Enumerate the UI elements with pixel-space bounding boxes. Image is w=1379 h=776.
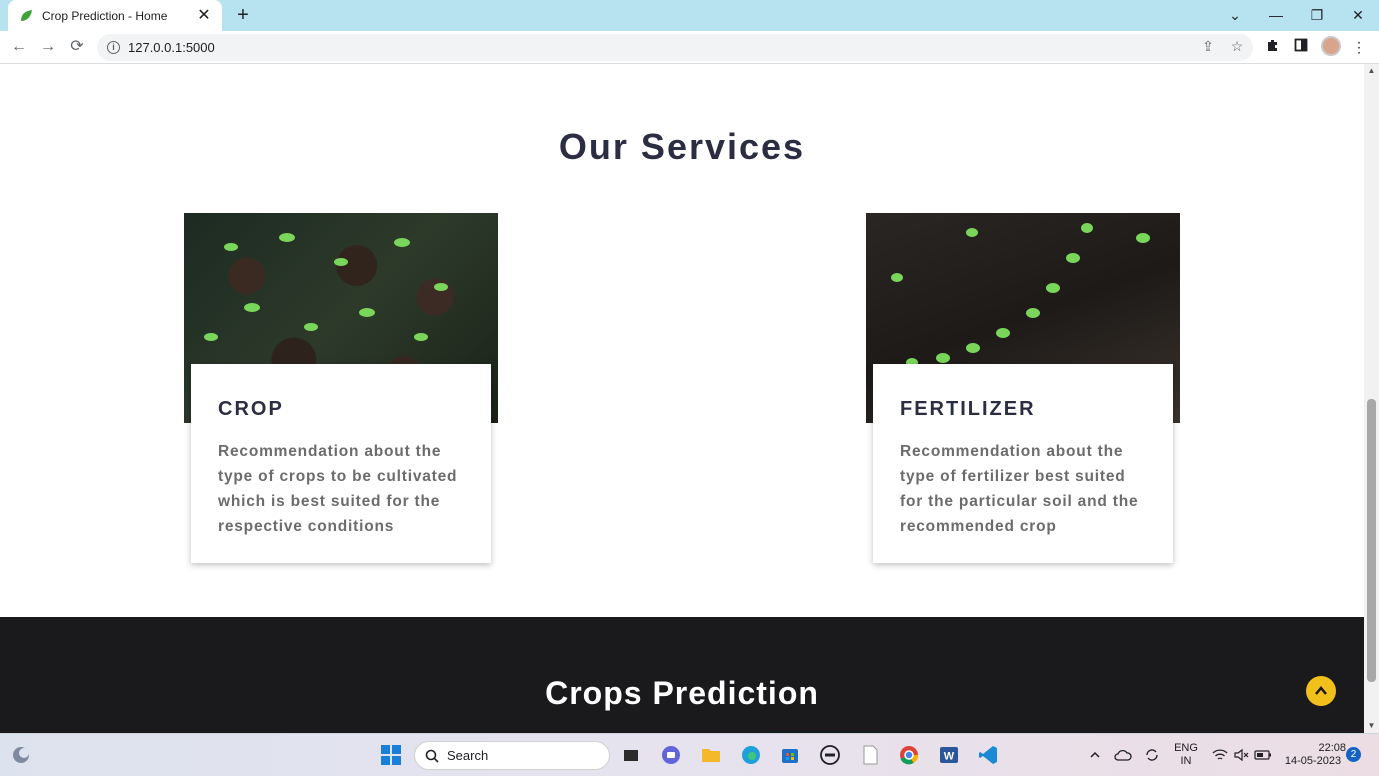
prediction-title: Crops Prediction	[545, 675, 819, 711]
task-view-icon[interactable]	[618, 742, 644, 768]
sync-icon[interactable]	[1139, 742, 1165, 768]
svg-text:W: W	[944, 751, 955, 763]
side-panel-icon[interactable]	[1290, 36, 1312, 58]
search-icon	[425, 749, 439, 763]
card-heading: FERTILIZER	[900, 398, 1036, 420]
windows-start-icon[interactable]	[378, 742, 404, 768]
forward-button[interactable]: →	[37, 36, 59, 58]
windows-taskbar: Search W ENG IN 22:08 14-05-2023 2	[0, 733, 1379, 776]
url-text: 127.0.0.1:5000	[128, 40, 215, 55]
page-content: Our Services CROP Recommendation about t…	[0, 64, 1364, 733]
clock[interactable]: 22:08 14-05-2023	[1280, 742, 1346, 768]
language-code: ENG	[1174, 742, 1198, 754]
card-description: Recommendation about the type of crops t…	[218, 443, 458, 535]
vscode-icon[interactable]	[975, 742, 1001, 768]
restore-button[interactable]: ❐	[1306, 4, 1328, 26]
tab-title: Crop Prediction - Home	[42, 8, 168, 23]
notepad-icon[interactable]	[857, 742, 883, 768]
reload-button[interactable]: ⟳	[66, 36, 88, 58]
browser-toolbar: ← → ⟳ i 127.0.0.1:5000 ⇪ ☆ ⋮	[0, 31, 1379, 64]
back-button[interactable]: ←	[8, 36, 30, 58]
search-label: Search	[447, 748, 489, 763]
chrome-icon[interactable]	[896, 742, 922, 768]
card-description: Recommendation about the type of fertili…	[900, 443, 1139, 535]
file-explorer-icon[interactable]	[698, 742, 724, 768]
info-icon[interactable]: i	[107, 41, 120, 54]
page-scrollbar[interactable]: ▲ ▼	[1364, 64, 1379, 733]
teams-chat-icon[interactable]	[658, 742, 684, 768]
extensions-icon[interactable]	[1262, 36, 1284, 58]
weather-widget-icon[interactable]	[8, 742, 34, 768]
onedrive-icon[interactable]	[1110, 742, 1136, 768]
leaf-icon	[18, 8, 34, 24]
microsoft-store-icon[interactable]	[777, 742, 803, 768]
language-indicator[interactable]: ENG IN	[1172, 742, 1200, 768]
dell-icon[interactable]	[817, 742, 843, 768]
scroll-down-arrow-icon[interactable]: ▼	[1364, 719, 1379, 733]
browser-tabstrip: Crop Prediction - Home ✕ + ⌄ — ❐ ✕	[0, 0, 1379, 31]
address-bar[interactable]: i 127.0.0.1:5000	[97, 34, 1253, 61]
new-tab-button[interactable]: +	[232, 4, 254, 26]
close-window-button[interactable]: ✕	[1347, 4, 1369, 26]
clock-time: 22:08	[1318, 742, 1346, 754]
notification-badge[interactable]: 2	[1346, 747, 1361, 762]
crop-service-card[interactable]: CROP Recommendation about the type of cr…	[191, 364, 491, 563]
services-title: Our Services	[558, 126, 806, 167]
show-hidden-icons-icon[interactable]	[1082, 742, 1108, 768]
back-to-top-button[interactable]	[1306, 676, 1336, 706]
card-heading: CROP	[218, 398, 284, 420]
taskbar-search[interactable]: Search	[414, 741, 610, 770]
edge-browser-icon[interactable]	[738, 742, 764, 768]
scroll-thumb[interactable]	[1367, 399, 1376, 682]
browser-tab[interactable]: Crop Prediction - Home ✕	[8, 0, 222, 31]
fertilizer-service-card[interactable]: FERTILIZER Recommendation about the type…	[873, 364, 1173, 563]
close-tab-icon[interactable]: ✕	[196, 7, 212, 24]
share-icon[interactable]: ⇪	[1198, 36, 1218, 56]
scroll-up-arrow-icon[interactable]: ▲	[1364, 64, 1379, 78]
clock-date: 14-05-2023	[1284, 755, 1342, 767]
prediction-section: Crops Prediction	[0, 617, 1364, 733]
tab-search-icon[interactable]: ⌄	[1224, 4, 1246, 26]
bookmark-star-icon[interactable]: ☆	[1227, 36, 1247, 56]
profile-avatar[interactable]	[1321, 36, 1341, 56]
region-code: IN	[1180, 755, 1192, 767]
menu-kebab-icon[interactable]: ⋮	[1348, 36, 1370, 58]
minimize-button[interactable]: —	[1265, 4, 1287, 26]
word-icon[interactable]: W	[936, 742, 962, 768]
battery-icon[interactable]	[1250, 742, 1276, 768]
chevron-up-icon	[1315, 686, 1327, 695]
